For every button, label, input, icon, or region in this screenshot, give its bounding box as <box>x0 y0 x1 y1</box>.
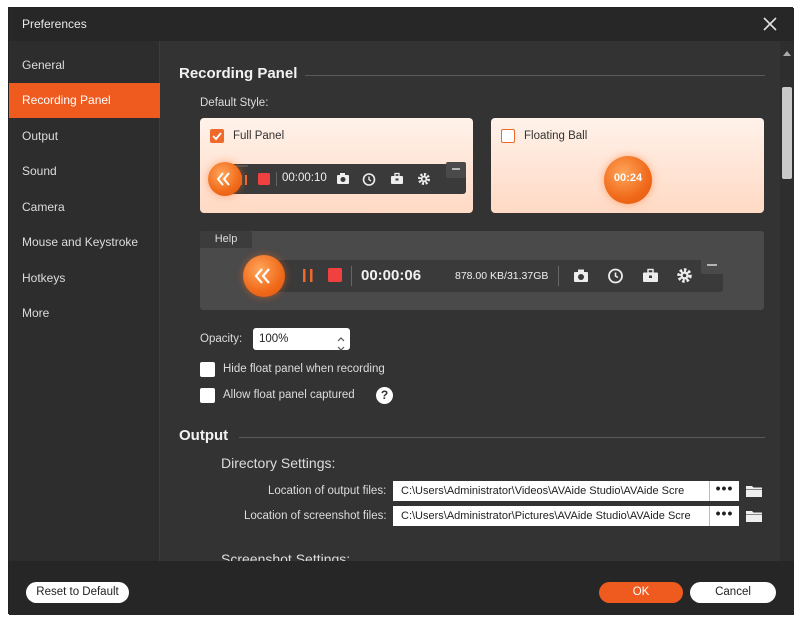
toolbox-icon <box>642 268 659 286</box>
sidebar-item-output[interactable]: Output <box>9 119 160 154</box>
ok-button[interactable]: OK <box>599 582 683 603</box>
sidebar-item-more[interactable]: More <box>9 296 160 331</box>
preferences-window: Preferences General Recording Panel Outp… <box>8 7 794 615</box>
output-files-browse-button[interactable]: ••• <box>709 481 739 501</box>
sidebar-item-label: General <box>22 58 65 72</box>
screenshot-files-path-input[interactable]: C:\Users\Administrator\Pictures\AVAide S… <box>393 506 709 526</box>
opacity-value: 100% <box>259 333 289 345</box>
output-files-label: Location of output files: <box>268 485 387 497</box>
section-divider <box>305 75 765 76</box>
minimize-tab <box>446 162 466 178</box>
floating-ball-checkbox[interactable] <box>501 129 515 143</box>
sidebar-item-mouse-keystroke[interactable]: Mouse and Keystroke <box>9 225 160 260</box>
section-divider <box>239 437 765 438</box>
full-panel-checkbox[interactable] <box>210 129 224 143</box>
sidebar-item-sound[interactable]: Sound <box>9 154 160 189</box>
screenshot-folder-icon[interactable] <box>745 508 763 526</box>
stop-icon <box>258 173 270 188</box>
screenshot-files-browse-button[interactable]: ••• <box>709 506 739 526</box>
directory-settings-label: Directory Settings: <box>221 455 336 471</box>
scrollbar-thumb[interactable] <box>782 87 792 179</box>
question-help-icon[interactable]: ? <box>376 387 393 404</box>
pause-icon <box>301 268 315 286</box>
sidebar-item-label: Recording Panel <box>22 93 111 107</box>
output-folder-icon[interactable] <box>745 483 763 501</box>
default-style-label: Default Style: <box>200 97 269 109</box>
help-preview-bar: 00:00:06 878.00 KB/31.37GB <box>260 258 723 292</box>
floating-ball-card[interactable]: Floating Ball 00:24 <box>491 118 764 213</box>
camera-icon <box>573 268 589 286</box>
hide-float-panel-checkbox[interactable] <box>200 362 215 377</box>
cancel-button[interactable]: Cancel <box>690 582 776 603</box>
window-title: Preferences <box>22 17 87 31</box>
floating-ball-preview: 00:24 <box>604 156 652 204</box>
sidebar-item-label: Output <box>22 129 59 143</box>
gear-icon <box>676 267 693 287</box>
opacity-input[interactable]: 100% <box>253 328 350 351</box>
stop-icon <box>328 268 342 285</box>
sidebar-item-hotkeys[interactable]: Hotkeys <box>9 261 160 296</box>
spin-up-icon[interactable] <box>336 330 346 342</box>
full-panel-preview-bar: 00:00:10 <box>220 162 466 194</box>
title-bar: Preferences <box>9 8 794 41</box>
timer-icon <box>607 267 624 287</box>
content-area: Recording Panel Default Style: Full Pane… <box>160 41 794 561</box>
sidebar: General Recording Panel Output Sound Cam… <box>9 41 160 561</box>
sidebar-item-label: More <box>22 306 50 320</box>
allow-float-captured-checkbox[interactable] <box>200 388 215 403</box>
help-tab[interactable]: Help <box>200 231 252 248</box>
output-files-path-input[interactable]: C:\Users\Administrator\Videos\AVAide Stu… <box>393 481 709 501</box>
sidebar-item-general[interactable]: General <box>9 48 160 83</box>
screenshot-settings-label: Screenshot Settings: <box>221 551 351 561</box>
sidebar-item-label: Camera <box>22 200 65 214</box>
divider <box>351 266 352 286</box>
floating-ball-time: 00:24 <box>613 172 643 184</box>
sidebar-item-camera[interactable]: Camera <box>9 190 160 225</box>
help-size: 878.00 KB/31.37GB <box>455 270 549 282</box>
help-record-ball <box>243 255 285 297</box>
scroll-up-icon[interactable] <box>783 45 791 59</box>
full-panel-record-ball <box>208 162 242 196</box>
camera-icon <box>336 172 350 188</box>
hide-float-panel-label: Hide float panel when recording <box>223 363 385 375</box>
sidebar-item-recording-panel[interactable]: Recording Panel <box>9 83 160 118</box>
spin-down-icon[interactable] <box>336 339 346 351</box>
screenshot-files-label: Location of screenshot files: <box>244 510 387 522</box>
sidebar-item-label: Hotkeys <box>22 271 66 285</box>
full-panel-time: 00:00:10 <box>282 172 327 184</box>
sidebar-item-label: Sound <box>22 164 57 178</box>
section-title-output: Output <box>179 427 229 444</box>
floating-ball-label: Floating Ball <box>524 130 588 142</box>
scrollbar[interactable] <box>780 41 794 561</box>
section-title-recording-panel: Recording Panel <box>179 65 298 82</box>
opacity-label: Opacity: <box>200 333 243 345</box>
full-panel-label: Full Panel <box>233 130 285 142</box>
help-time: 00:00:06 <box>361 267 422 284</box>
reset-to-default-button[interactable]: Reset to Default <box>26 582 129 603</box>
allow-float-captured-label: Allow float panel captured <box>223 389 355 401</box>
full-panel-card[interactable]: Full Panel 00:00:10 <box>200 118 473 213</box>
divider <box>276 172 277 186</box>
toolbox-icon <box>390 172 404 188</box>
divider <box>558 266 559 286</box>
gear-icon <box>417 172 431 189</box>
sidebar-item-label: Mouse and Keystroke <box>22 235 139 249</box>
close-icon[interactable] <box>762 16 778 32</box>
timer-icon <box>362 172 376 189</box>
minimize-tab <box>701 258 723 274</box>
footer: Reset to Default OK Cancel <box>9 561 794 615</box>
